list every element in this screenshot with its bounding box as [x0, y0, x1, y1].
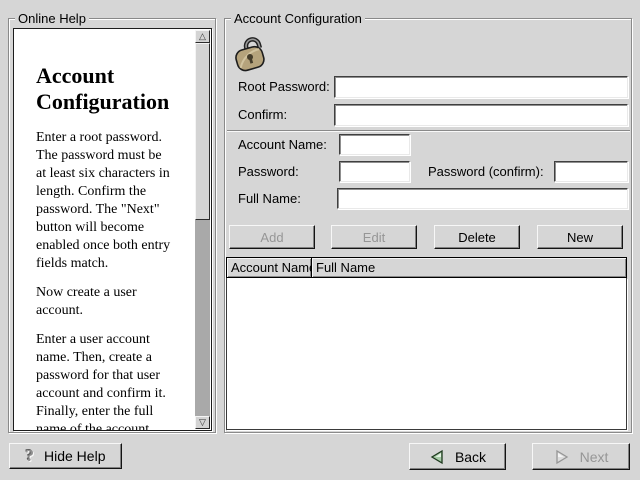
back-button[interactable]: Back [409, 443, 506, 470]
account-name-label: Account Name: [238, 134, 327, 155]
account-config-frame-label: Account Configuration [231, 11, 365, 26]
help-paragraph: Enter a user account name. Then, create … [36, 331, 194, 431]
account-name-input[interactable] [339, 134, 410, 155]
column-header-full-name[interactable]: Full Name [311, 257, 627, 278]
next-label: Next [580, 449, 609, 465]
online-help-panel: Online Help Account Configuration Enter … [8, 18, 216, 433]
account-configuration-panel: Account Configuration Root Password: Con… [224, 18, 632, 433]
help-content: Account Configuration Enter a root passw… [14, 29, 194, 430]
password-label: Password: [238, 161, 299, 182]
root-password-label: Root Password: [238, 76, 330, 98]
separator [227, 130, 630, 132]
root-password-input[interactable] [334, 76, 628, 98]
back-arrow-icon [429, 449, 445, 465]
question-icon: ? [26, 446, 35, 466]
full-name-label: Full Name: [238, 188, 301, 209]
accounts-list[interactable] [226, 278, 627, 430]
confirm-label: Confirm: [238, 104, 287, 126]
confirm-password-input[interactable] [334, 104, 628, 126]
password-confirm-input[interactable] [554, 161, 628, 182]
delete-button[interactable]: Delete [434, 225, 520, 249]
scroll-up-button[interactable]: △ [195, 30, 210, 43]
scroll-down-icon: ▽ [199, 418, 206, 427]
help-heading: Account Configuration [36, 63, 188, 115]
next-button[interactable]: Next [532, 443, 630, 470]
next-arrow-icon [554, 449, 570, 465]
help-paragraph: Now create a user account. [36, 284, 194, 320]
scroll-up-icon: △ [199, 32, 206, 41]
hide-help-button[interactable]: ? Hide Help [9, 443, 122, 469]
password-confirm-label: Password (confirm): [428, 161, 544, 182]
scroll-down-button[interactable]: ▽ [195, 416, 210, 429]
scrollbar-thumb[interactable] [195, 43, 210, 220]
hide-help-label: Hide Help [44, 448, 105, 464]
column-header-account-name[interactable]: Account Name [226, 257, 312, 278]
lock-icon [228, 31, 274, 73]
new-button[interactable]: New [537, 225, 623, 249]
installer-window: { "help": { "frame_label": "Online Help"… [0, 0, 640, 480]
add-button[interactable]: Add [229, 225, 315, 249]
help-scrollbar[interactable]: △ ▽ [195, 30, 210, 429]
help-paragraph: Enter a root password. The password must… [36, 129, 194, 273]
help-text-viewport: Account Configuration Enter a root passw… [13, 28, 212, 431]
full-name-input[interactable] [337, 188, 628, 209]
edit-button[interactable]: Edit [331, 225, 417, 249]
accounts-table-header: Account Name Full Name [226, 257, 627, 278]
online-help-frame-label: Online Help [15, 11, 89, 26]
back-label: Back [455, 449, 486, 465]
password-input[interactable] [339, 161, 410, 182]
